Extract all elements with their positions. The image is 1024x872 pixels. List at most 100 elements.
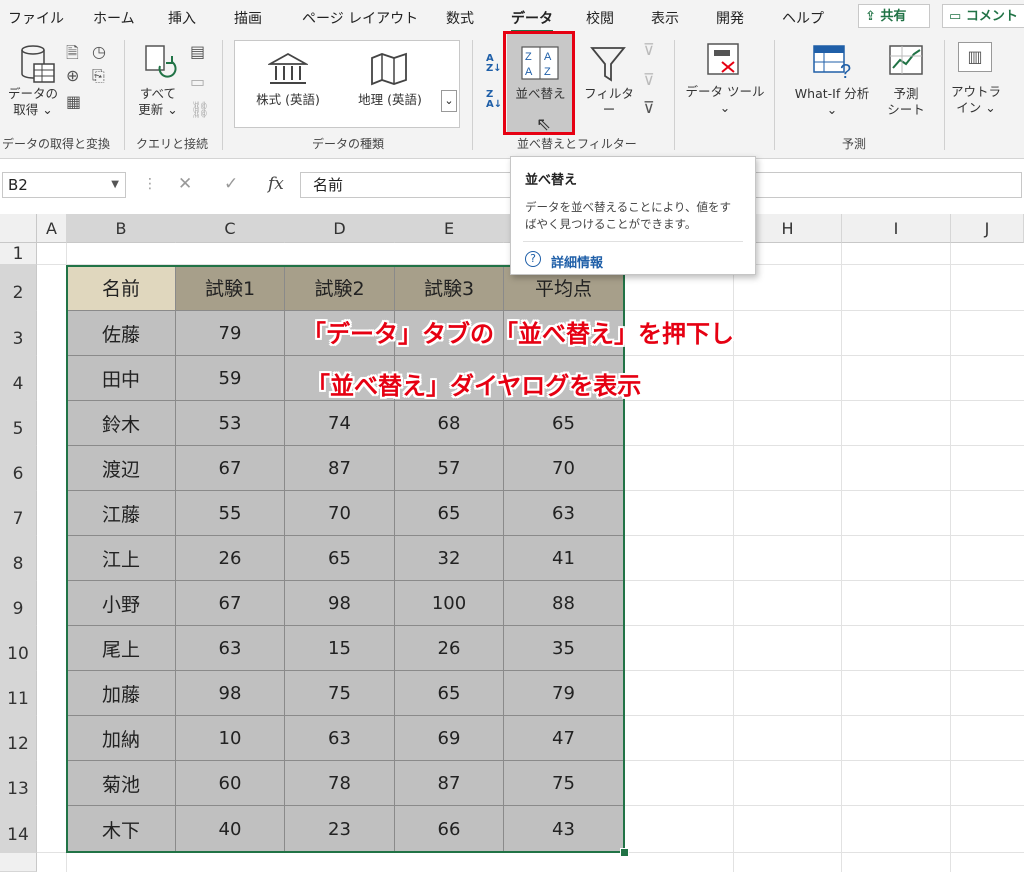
selection-range bbox=[66, 265, 625, 853]
comment-icon: ▭ bbox=[949, 9, 966, 24]
name-box[interactable]: B2 ▼ bbox=[2, 172, 126, 198]
from-text-icon[interactable]: 🗎 bbox=[66, 42, 79, 69]
properties-icon[interactable]: ▭ bbox=[190, 72, 205, 91]
group-separator bbox=[674, 40, 675, 150]
gridline bbox=[624, 580, 1024, 581]
existing-connections-icon[interactable]: ⎘ bbox=[92, 66, 105, 86]
edit-links-icon[interactable]: ⛓ bbox=[190, 100, 210, 119]
tab-home[interactable]: ホーム bbox=[93, 8, 135, 28]
group-separator bbox=[124, 40, 125, 150]
menu-bar: ファイル ホーム 挿入 描画 ページ レイアウト 数式 データ 校閲 表示 開発… bbox=[0, 0, 1024, 34]
row-header[interactable]: 14 bbox=[0, 806, 37, 853]
database-icon bbox=[21, 45, 55, 83]
column-header[interactable]: E bbox=[395, 214, 504, 243]
recent-sources-icon[interactable]: ◷ bbox=[92, 42, 106, 61]
data-tools-button[interactable]: データ ツール ⌄ bbox=[680, 84, 770, 116]
row-header[interactable]: 7 bbox=[0, 491, 37, 536]
more-options-icon: ⋮ bbox=[143, 176, 157, 192]
tab-developer[interactable]: 開発 bbox=[716, 8, 744, 28]
gridline bbox=[624, 760, 1024, 761]
select-all-corner[interactable] bbox=[0, 214, 37, 243]
share-icon: ⇪ bbox=[865, 9, 881, 24]
cancel-icon[interactable]: ✕ bbox=[178, 174, 192, 194]
filter-button[interactable]: フィルター bbox=[578, 86, 640, 118]
from-web-icon[interactable]: ⊕ bbox=[66, 66, 79, 85]
row-header[interactable]: 9 bbox=[0, 581, 37, 626]
group-label: 並べ替えとフィルター bbox=[517, 137, 637, 151]
tooltip-more-info-link[interactable]: 詳細情報 bbox=[551, 252, 603, 271]
row-header[interactable]: 13 bbox=[0, 761, 37, 806]
sort-ascending-icon[interactable]: A Z↓ bbox=[486, 54, 502, 74]
tooltip-title: 並べ替え bbox=[525, 173, 578, 188]
tab-draw[interactable]: 描画 bbox=[234, 8, 262, 28]
tab-data[interactable]: データ bbox=[511, 8, 553, 28]
row-header[interactable]: 8 bbox=[0, 536, 37, 581]
tooltip-body: データを並べ替えることにより、値をす ばやく見つけることができます。 bbox=[525, 200, 731, 231]
row-header[interactable]: 12 bbox=[0, 716, 37, 761]
row-header[interactable]: 10 bbox=[0, 626, 37, 671]
gridline bbox=[624, 715, 1024, 716]
geography-button[interactable]: 地理 (英語) bbox=[344, 92, 436, 108]
refresh-all-icon bbox=[145, 45, 177, 78]
insert-function-icon[interactable]: fx bbox=[268, 174, 284, 194]
tab-review[interactable]: 校閲 bbox=[586, 8, 614, 28]
column-header[interactable]: B bbox=[67, 214, 176, 243]
column-header[interactable]: I bbox=[842, 214, 951, 243]
group-label: データの取得と変換 bbox=[2, 137, 111, 151]
map-icon bbox=[371, 52, 407, 86]
reapply-filter-icon[interactable]: ⊽ bbox=[643, 70, 655, 89]
group-separator bbox=[472, 40, 473, 150]
gridline bbox=[624, 445, 1024, 446]
gridline bbox=[950, 243, 951, 872]
row-header[interactable]: 3 bbox=[0, 311, 37, 356]
forecast-sheet-button[interactable]: 予測 シート bbox=[876, 86, 936, 118]
tab-file[interactable]: ファイル bbox=[8, 8, 64, 28]
gallery-expand-icon[interactable]: ⌄ bbox=[441, 90, 457, 112]
from-table-icon[interactable]: ▦ bbox=[66, 92, 81, 111]
comment-button[interactable]: ▭ コメント bbox=[942, 4, 1024, 28]
outline-icon: ▥ bbox=[958, 42, 992, 72]
row-header[interactable]: 1 bbox=[0, 243, 37, 265]
group-separator bbox=[222, 40, 223, 150]
column-header[interactable]: C bbox=[176, 214, 285, 243]
outline-button[interactable]: アウトラ イン ⌄ bbox=[946, 84, 1006, 116]
clear-filter-icon[interactable]: ⊽ bbox=[643, 40, 655, 59]
annotation-line-1: 「データ」タブの「並べ替え」を押下し bbox=[302, 320, 734, 348]
share-button[interactable]: ⇪ 共有 bbox=[858, 4, 930, 28]
tab-page-layout[interactable]: ページ レイアウト bbox=[302, 8, 418, 28]
tab-view[interactable]: 表示 bbox=[651, 8, 679, 28]
annotation-line-2: 「並べ替え」ダイヤログを表示 bbox=[306, 372, 642, 400]
what-if-button[interactable]: What-If 分析 ⌄ bbox=[782, 86, 882, 118]
row-header[interactable]: 11 bbox=[0, 671, 37, 716]
sort-descending-icon[interactable]: Z A↓ bbox=[486, 90, 502, 110]
row-header[interactable]: 2 bbox=[0, 265, 37, 311]
filter-icon bbox=[590, 47, 626, 82]
tab-insert[interactable]: 挿入 bbox=[168, 8, 196, 28]
row-header[interactable]: 6 bbox=[0, 446, 37, 491]
stocks-button[interactable]: 株式 (英語) bbox=[242, 92, 334, 108]
gridline bbox=[624, 490, 1024, 491]
get-data-button[interactable]: データの 取得 ⌄ bbox=[4, 86, 62, 118]
svg-text:?: ? bbox=[840, 61, 851, 80]
advanced-filter-icon[interactable]: ⊽ bbox=[643, 98, 655, 117]
gridline bbox=[624, 625, 1024, 626]
cursor-pointer-icon: ⇖ bbox=[536, 114, 552, 135]
fill-handle[interactable] bbox=[620, 848, 629, 857]
queries-connections-icon[interactable]: ▤ bbox=[190, 42, 205, 61]
column-header[interactable]: J bbox=[951, 214, 1024, 243]
refresh-all-button[interactable]: すべて 更新 ⌄ bbox=[130, 86, 186, 118]
gridline bbox=[624, 670, 1024, 671]
gridline bbox=[624, 310, 1024, 311]
gridline bbox=[624, 400, 1024, 401]
tab-formulas[interactable]: 数式 bbox=[446, 8, 474, 28]
bank-icon bbox=[268, 52, 308, 84]
tooltip-divider bbox=[523, 241, 743, 242]
column-header[interactable]: D bbox=[285, 214, 395, 243]
column-header[interactable]: A bbox=[37, 214, 67, 243]
name-box-dropdown-icon[interactable]: ▼ bbox=[111, 173, 119, 197]
row-header[interactable]: 5 bbox=[0, 401, 37, 446]
row-header[interactable]: 4 bbox=[0, 356, 37, 401]
row-header[interactable] bbox=[0, 853, 37, 872]
enter-icon[interactable]: ✓ bbox=[224, 174, 238, 194]
tab-help[interactable]: ヘルプ bbox=[782, 8, 824, 28]
